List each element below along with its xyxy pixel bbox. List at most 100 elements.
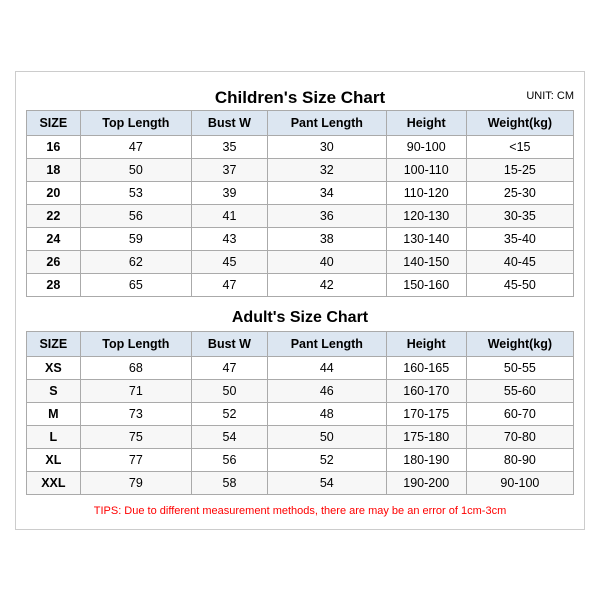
adult-header-top-length: Top Length — [80, 331, 191, 356]
table-cell: 40-45 — [466, 250, 573, 273]
table-row: 28654742150-16045-50 — [27, 273, 574, 296]
table-cell: 35 — [191, 135, 267, 158]
table-cell: 130-140 — [386, 227, 466, 250]
table-cell: XXL — [27, 471, 81, 494]
adult-header-height: Height — [386, 331, 466, 356]
table-cell: 120-130 — [386, 204, 466, 227]
table-row: 1647353090-100<15 — [27, 135, 574, 158]
table-cell: 47 — [80, 135, 191, 158]
table-cell: 50 — [80, 158, 191, 181]
table-cell: 48 — [267, 402, 386, 425]
table-cell: 54 — [267, 471, 386, 494]
table-cell: 73 — [80, 402, 191, 425]
table-cell: 68 — [80, 356, 191, 379]
size-chart-container: Children's Size Chart UNIT: CM SIZE Top … — [15, 71, 585, 530]
table-cell: 15-25 — [466, 158, 573, 181]
table-row: 20533934110-12025-30 — [27, 181, 574, 204]
table-cell: 56 — [80, 204, 191, 227]
children-chart-title: Children's Size Chart UNIT: CM — [26, 82, 574, 110]
table-cell: 38 — [267, 227, 386, 250]
table-cell: 160-170 — [386, 379, 466, 402]
table-cell: 34 — [267, 181, 386, 204]
child-header-height: Height — [386, 110, 466, 135]
table-cell: 79 — [80, 471, 191, 494]
table-cell: 60-70 — [466, 402, 573, 425]
table-cell: XL — [27, 448, 81, 471]
table-cell: XS — [27, 356, 81, 379]
table-cell: 75 — [80, 425, 191, 448]
table-cell: 170-175 — [386, 402, 466, 425]
table-cell: 25-30 — [466, 181, 573, 204]
table-cell: 50 — [267, 425, 386, 448]
unit-label: UNIT: CM — [526, 90, 574, 102]
table-cell: 52 — [267, 448, 386, 471]
table-cell: L — [27, 425, 81, 448]
adult-chart-title: Adult's Size Chart — [26, 301, 574, 331]
adult-header-bust-w: Bust W — [191, 331, 267, 356]
table-cell: 53 — [80, 181, 191, 204]
adult-header-weight: Weight(kg) — [466, 331, 573, 356]
table-cell: 20 — [27, 181, 81, 204]
children-header-row: SIZE Top Length Bust W Pant Length Heigh… — [27, 110, 574, 135]
child-header-top-length: Top Length — [80, 110, 191, 135]
table-cell: 24 — [27, 227, 81, 250]
table-cell: 54 — [191, 425, 267, 448]
table-cell: 18 — [27, 158, 81, 181]
table-cell: 90-100 — [466, 471, 573, 494]
table-cell: 90-100 — [386, 135, 466, 158]
table-cell: 55-60 — [466, 379, 573, 402]
table-cell: 36 — [267, 204, 386, 227]
table-cell: 44 — [267, 356, 386, 379]
table-cell: 80-90 — [466, 448, 573, 471]
tips-text: TIPS: Due to different measurement metho… — [26, 499, 574, 519]
table-cell: 50-55 — [466, 356, 573, 379]
table-cell: 62 — [80, 250, 191, 273]
table-cell: 37 — [191, 158, 267, 181]
table-cell: 30 — [267, 135, 386, 158]
table-cell: 45-50 — [466, 273, 573, 296]
table-cell: 43 — [191, 227, 267, 250]
adult-size-table: SIZE Top Length Bust W Pant Length Heigh… — [26, 331, 574, 495]
table-cell: 150-160 — [386, 273, 466, 296]
adult-header-row: SIZE Top Length Bust W Pant Length Heigh… — [27, 331, 574, 356]
table-cell: 70-80 — [466, 425, 573, 448]
table-cell: 65 — [80, 273, 191, 296]
table-cell: M — [27, 402, 81, 425]
children-size-table: SIZE Top Length Bust W Pant Length Heigh… — [26, 110, 574, 297]
children-table-body: 1647353090-100<1518503732100-11015-25205… — [27, 135, 574, 296]
table-cell: 140-150 — [386, 250, 466, 273]
table-cell: 59 — [80, 227, 191, 250]
table-row: S715046160-17055-60 — [27, 379, 574, 402]
adult-title-text: Adult's Size Chart — [232, 309, 368, 326]
table-cell: 22 — [27, 204, 81, 227]
adult-table-body: XS684744160-16550-55S715046160-17055-60M… — [27, 356, 574, 494]
table-cell: 41 — [191, 204, 267, 227]
table-row: XS684744160-16550-55 — [27, 356, 574, 379]
table-cell: 190-200 — [386, 471, 466, 494]
table-row: 18503732100-11015-25 — [27, 158, 574, 181]
table-cell: 35-40 — [466, 227, 573, 250]
table-cell: 32 — [267, 158, 386, 181]
table-cell: 71 — [80, 379, 191, 402]
table-row: 24594338130-14035-40 — [27, 227, 574, 250]
table-cell: 110-120 — [386, 181, 466, 204]
table-cell: 58 — [191, 471, 267, 494]
table-cell: 100-110 — [386, 158, 466, 181]
child-header-pant-length: Pant Length — [267, 110, 386, 135]
table-cell: S — [27, 379, 81, 402]
table-cell: 42 — [267, 273, 386, 296]
child-header-size: SIZE — [27, 110, 81, 135]
table-cell: 52 — [191, 402, 267, 425]
table-cell: 175-180 — [386, 425, 466, 448]
child-header-bust-w: Bust W — [191, 110, 267, 135]
table-cell: 16 — [27, 135, 81, 158]
table-cell: 50 — [191, 379, 267, 402]
table-cell: <15 — [466, 135, 573, 158]
table-cell: 47 — [191, 356, 267, 379]
table-cell: 180-190 — [386, 448, 466, 471]
table-row: 26624540140-15040-45 — [27, 250, 574, 273]
table-cell: 160-165 — [386, 356, 466, 379]
table-cell: 56 — [191, 448, 267, 471]
table-cell: 46 — [267, 379, 386, 402]
children-title-text: Children's Size Chart — [215, 88, 385, 107]
